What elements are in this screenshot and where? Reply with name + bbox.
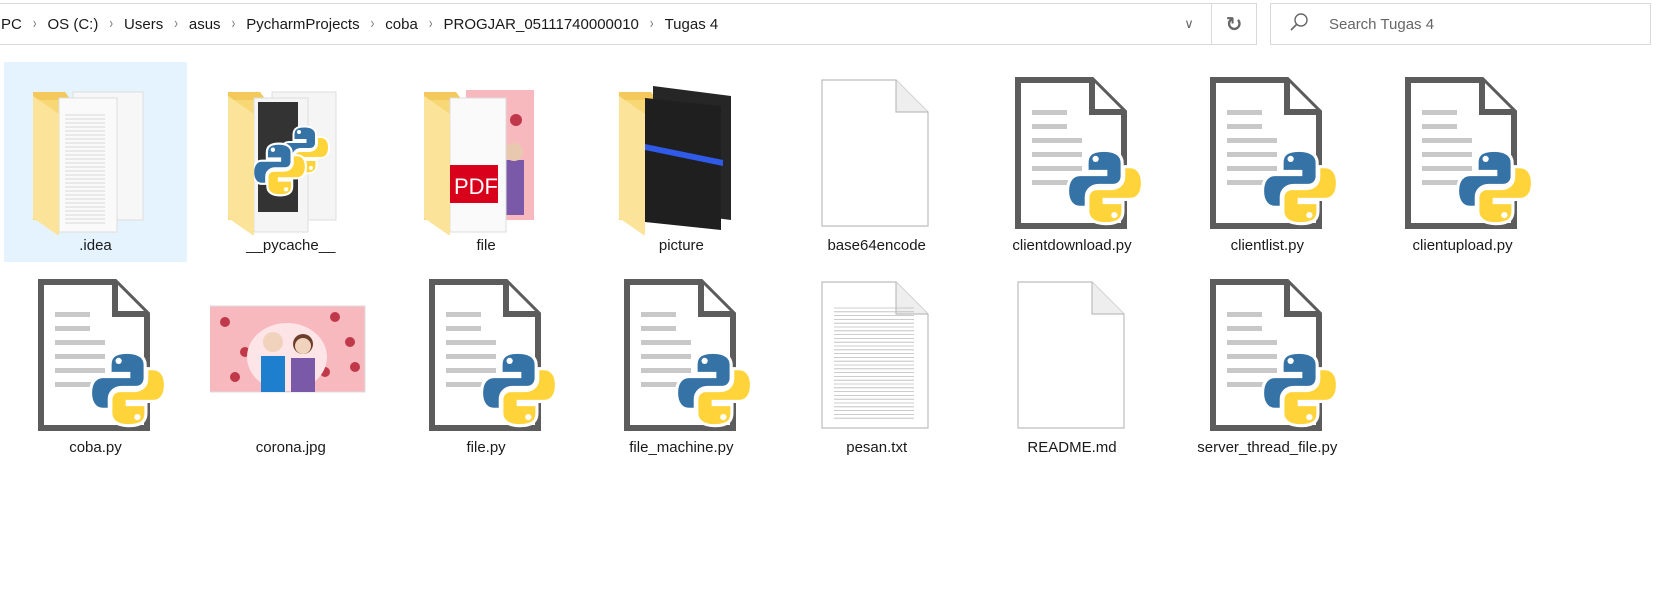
file-name: clientlist.py <box>1230 237 1304 254</box>
file-item[interactable]: > .idea <box>4 62 187 262</box>
file-name: server_thread_file.py <box>1197 439 1338 456</box>
breadcrumb-item[interactable]: Tugas 4 <box>663 16 721 33</box>
python-file-icon <box>1382 70 1542 235</box>
search-icon <box>1271 12 1327 37</box>
breadcrumb-item[interactable]: Users <box>122 16 165 33</box>
file-icon <box>796 70 956 235</box>
python-file-icon <box>15 272 175 437</box>
file-name: clientdownload.py <box>1012 237 1132 254</box>
chevron-right-icon[interactable]: › <box>429 16 433 33</box>
text-file-icon <box>796 272 956 437</box>
file-item[interactable]: README.md <box>981 264 1164 464</box>
folder-icon: > <box>15 70 175 236</box>
refresh-icon[interactable]: ↻ <box>1211 4 1256 44</box>
file-name: README.md <box>1027 439 1117 456</box>
chevron-down-icon[interactable]: ∨ <box>1167 4 1211 44</box>
file-item[interactable]: clientdownload.py <box>981 62 1164 262</box>
file-item[interactable]: file.py <box>395 264 578 464</box>
python-file-icon <box>406 272 566 437</box>
breadcrumb-item[interactable]: PC <box>0 16 24 33</box>
breadcrumb-item[interactable]: coba <box>383 16 420 33</box>
breadcrumb-item[interactable]: PycharmProjects <box>244 16 361 33</box>
file-item[interactable]: base64encode <box>785 62 968 262</box>
chevron-right-icon[interactable]: › <box>650 16 654 33</box>
file-icon <box>992 272 1152 437</box>
search-box[interactable] <box>1270 3 1651 45</box>
file-item[interactable]: corona.jpg <box>199 264 382 464</box>
python-file-icon <box>992 70 1152 235</box>
folder-icon <box>210 70 370 236</box>
file-name: coba.py <box>69 439 122 456</box>
chevron-right-icon[interactable]: › <box>109 16 113 33</box>
folder-icon <box>601 70 761 236</box>
file-item[interactable]: file_machine.py <box>590 264 773 464</box>
file-item[interactable]: PDF file <box>395 62 578 262</box>
search-input[interactable] <box>1327 14 1650 34</box>
file-item[interactable]: __pycache__ <box>199 62 382 262</box>
folder-icon: PDF <box>406 70 566 236</box>
chevron-right-icon[interactable]: › <box>371 16 375 33</box>
file-name: .idea <box>79 237 112 254</box>
image-thumbnail <box>208 272 370 437</box>
file-name: base64encode <box>827 237 926 254</box>
svg-text:PDF: PDF <box>454 174 498 199</box>
python-file-icon <box>601 272 761 437</box>
file-item[interactable]: clientupload.py <box>1371 62 1554 262</box>
address-bar[interactable]: PC › OS (C:) › Users › asus › PycharmProjects › co… <box>0 3 1257 45</box>
file-item[interactable]: picture <box>590 62 773 262</box>
file-item[interactable]: coba.py <box>4 264 187 464</box>
file-name: pesan.txt <box>846 439 908 456</box>
file-name: file.py <box>466 439 506 456</box>
breadcrumb: PC › OS (C:) › Users › asus › PycharmProjects › co… <box>0 16 1167 33</box>
breadcrumb-item[interactable]: asus <box>187 16 223 33</box>
file-item[interactable]: pesan.txt <box>785 264 968 464</box>
chevron-right-icon[interactable]: › <box>174 16 178 33</box>
file-name: picture <box>658 237 704 254</box>
file-name: __pycache__ <box>246 237 336 254</box>
python-file-icon <box>1187 70 1347 235</box>
chevron-right-icon[interactable]: › <box>33 16 37 33</box>
file-name: file_machine.py <box>629 439 734 456</box>
file-name: corona.jpg <box>255 439 326 456</box>
python-file-icon <box>1187 272 1347 437</box>
breadcrumb-item[interactable]: PROGJAR_05111740000010 <box>441 16 640 33</box>
file-item[interactable]: clientlist.py <box>1176 62 1359 262</box>
file-name: file <box>476 237 496 254</box>
file-name: clientupload.py <box>1412 237 1513 254</box>
breadcrumb-item[interactable]: OS (C:) <box>46 16 101 33</box>
chevron-right-icon[interactable]: › <box>232 16 236 33</box>
file-item[interactable]: server_thread_file.py <box>1176 264 1359 464</box>
